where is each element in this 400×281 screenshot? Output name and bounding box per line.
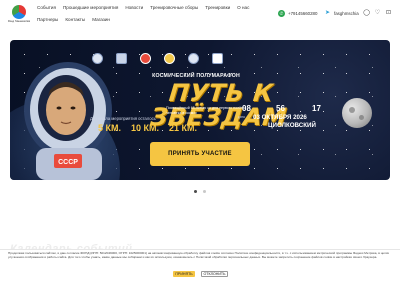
distance-item: 10 КМ. — [131, 123, 160, 133]
telegram-handle: fasghmschia — [334, 11, 359, 16]
cookie-decline-button[interactable]: ОТКЛОНИТЬ — [201, 271, 228, 277]
cookie-banner: Продолжая пользоваться сайтом, я даю сог… — [0, 249, 400, 281]
partner-logo — [92, 53, 103, 64]
moon-graphic — [342, 98, 372, 128]
banner-dedication: Посвящённый 65-летию со дня первого полё… — [166, 106, 245, 115]
countdown-minutes: 17 — [312, 104, 321, 113]
phone-link[interactable]: ✆ +79145660280 — [278, 10, 317, 17]
event-date: 03 ОКТЯБРЯ 2026 — [253, 114, 307, 121]
countdown-caption: До начала мероприятия осталось — [90, 116, 156, 121]
slider-dot[interactable] — [203, 190, 206, 193]
slider-dots — [194, 190, 206, 193]
main-nav: События Прошедшие мероприятия Новости Тр… — [37, 5, 267, 23]
participate-button[interactable]: ПРИНЯТЬ УЧАСТИЕ — [150, 142, 250, 166]
event-city: ЦИОЛКОВСКИЙ — [268, 122, 316, 129]
partner-logos — [92, 53, 223, 64]
nav-about[interactable]: О нас — [237, 5, 249, 11]
partner-logo — [164, 53, 175, 64]
distance-item: 21 КМ. — [169, 123, 198, 133]
nav-contacts[interactable]: Контакты — [65, 17, 85, 23]
partner-logo — [140, 53, 151, 64]
hero-banner: СССР КОСМИЧЕСКИЙ ПОЛУМАРАФОН ПУТЬ К ЗВЁЗ… — [10, 40, 390, 180]
site-header: Фонд Гимназии Евгения Долгова События Пр… — [0, 0, 400, 34]
phone-icon: ✆ — [278, 10, 285, 17]
nav-events[interactable]: События — [37, 5, 56, 11]
cart-icon[interactable]: ⊡ — [385, 10, 392, 17]
telegram-link[interactable]: ➤ fasghmschia — [324, 10, 359, 17]
nav-shop[interactable]: Магазин — [92, 17, 110, 23]
countdown-hours: 56 — [276, 104, 285, 113]
nav-training-camps[interactable]: Тренировочные сборы — [150, 5, 198, 11]
distance-list: 5 КМ. 10 КМ. 21 КМ. — [98, 123, 197, 133]
user-icon[interactable]: ◯ — [363, 10, 370, 17]
telegram-icon: ➤ — [324, 10, 331, 16]
phone-number: +79145660280 — [288, 11, 318, 16]
logo-mark — [12, 5, 26, 19]
partner-logo — [212, 53, 223, 64]
partner-logo — [116, 53, 127, 64]
date-label: дата — [238, 115, 245, 119]
cookie-text: Продолжая пользоваться сайтом, я даю сог… — [8, 251, 390, 259]
cookie-accept-button[interactable]: ПРИНЯТЬ — [173, 271, 195, 277]
header-tools: ◯ ♡ ⊡ — [363, 10, 392, 17]
partner-logo — [188, 53, 199, 64]
distance-item: 5 КМ. — [98, 123, 121, 133]
countdown-days: 08 — [242, 104, 251, 113]
svg-text:СССР: СССР — [58, 159, 78, 166]
nav-news[interactable]: Новости — [125, 5, 143, 11]
slider-dot[interactable] — [194, 190, 197, 193]
nav-trainings[interactable]: Тренировки — [205, 5, 230, 11]
logo-caption: Фонд Гимназии Евгения Долгова — [8, 20, 30, 23]
favorites-icon[interactable]: ♡ — [374, 10, 381, 17]
site-logo[interactable]: Фонд Гимназии Евгения Долгова — [8, 5, 30, 27]
nav-partners[interactable]: Партнеры — [37, 17, 58, 23]
nav-past-events[interactable]: Прошедшие мероприятия — [63, 5, 118, 11]
